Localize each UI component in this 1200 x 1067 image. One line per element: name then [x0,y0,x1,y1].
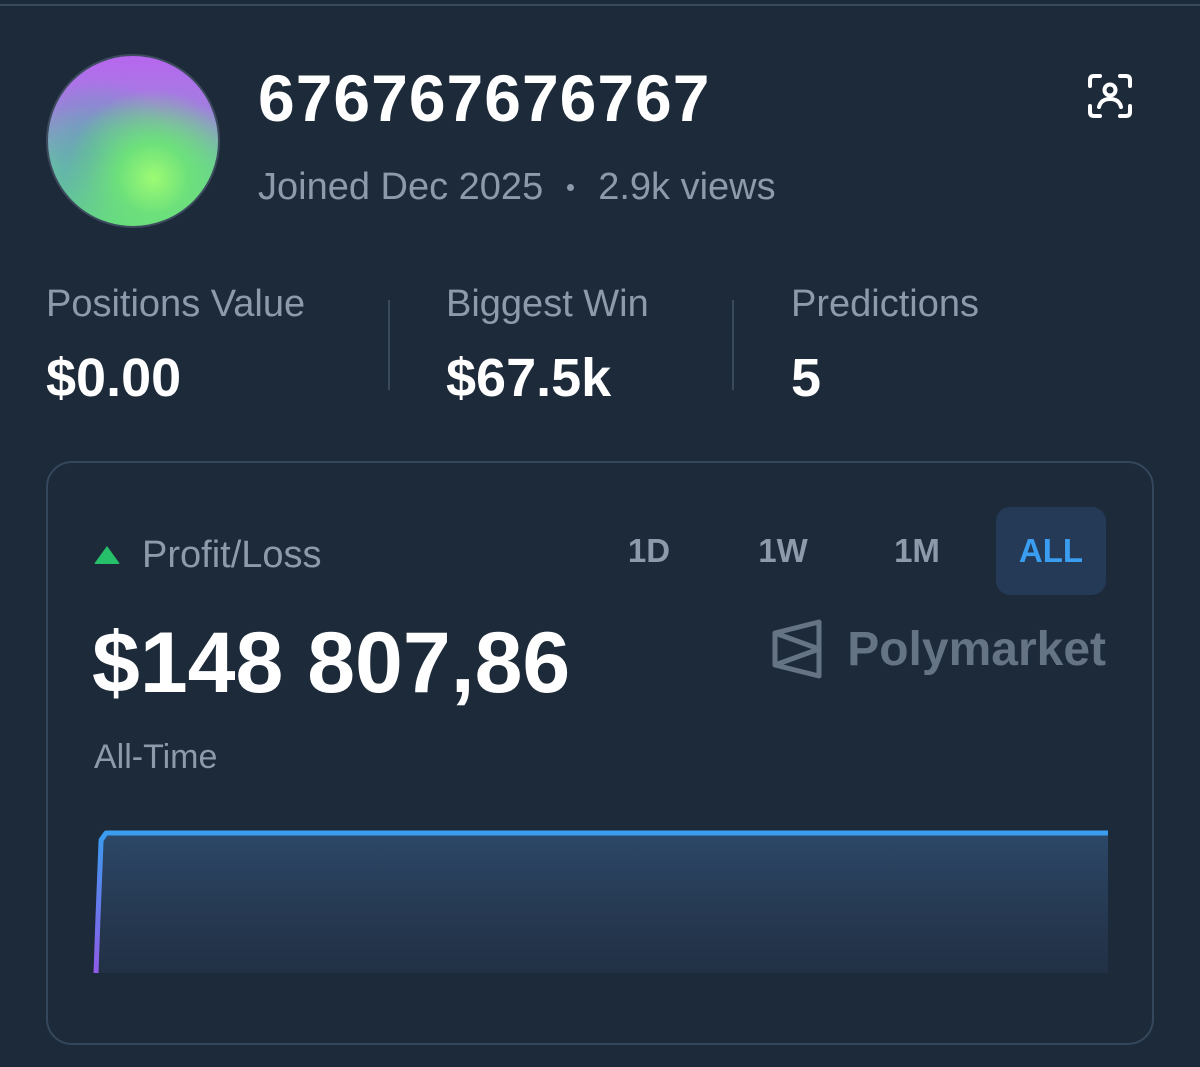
stat-biggest-win: Biggest Win $67.5k [446,282,649,408]
stat-label: Biggest Win [446,283,649,325]
stat-predictions: Predictions 5 [791,282,979,408]
stats-row: Positions Value $0.00 Biggest Win $67.5k… [46,282,1156,408]
stat-value: $0.00 [46,348,182,408]
separator-dot [567,183,575,191]
stat-value: $67.5k [446,348,612,408]
tab-all[interactable]: ALL [996,507,1106,595]
pnl-header: Profit/Loss [94,533,322,577]
stat-label: Predictions [791,283,979,325]
pnl-chart [93,830,1108,974]
brand-name: Polymarket [847,622,1106,676]
pnl-label: Profit/Loss [142,534,322,576]
top-divider [0,4,1200,6]
brand-watermark: Polymarket [771,619,1106,679]
polymarket-logo-icon [772,619,822,679]
pnl-amount: $148 807,86 [92,615,571,711]
scan-profile-icon [1088,74,1132,118]
stat-label: Positions Value [46,283,306,325]
stat-divider [732,300,734,390]
tab-1w[interactable]: 1W [728,507,838,595]
chart-area [96,833,1108,973]
joined-date: Joined Dec 2025 [258,166,544,208]
avatar[interactable] [46,54,220,228]
view-count: 2.9k views [598,166,776,208]
stat-positions-value: Positions Value $0.00 [46,282,305,408]
range-tabs: 1D 1W 1M ALL [570,507,1106,595]
pnl-card: Profit/Loss 1D 1W 1M ALL $148 807,86 Pol… [46,461,1154,1045]
scan-profile-button[interactable] [1086,72,1134,120]
tab-1d[interactable]: 1D [594,507,704,595]
username: 676767676767 [258,61,711,135]
range-label: All-Time [94,738,218,776]
profile-page: 676767676767 Joined Dec 2025 2.9k views … [0,0,1200,1067]
tab-1m[interactable]: 1M [862,507,972,595]
stat-divider [388,300,390,390]
profile-meta: Joined Dec 2025 2.9k views [258,162,776,212]
triangle-up-icon [94,546,120,564]
stat-value: 5 [791,348,822,408]
